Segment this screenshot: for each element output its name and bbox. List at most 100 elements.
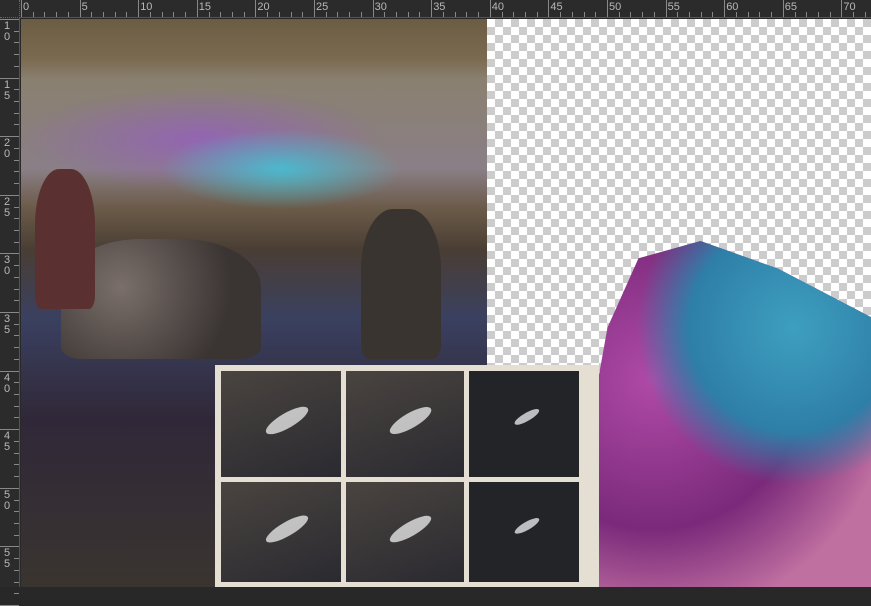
ruler-tick [864, 12, 866, 17]
ruler-tick [138, 0, 140, 17]
ruler-label: 0 [23, 1, 30, 13]
ruler-tick [14, 112, 19, 114]
ruler-tick [782, 0, 784, 17]
ruler-origin[interactable] [0, 0, 20, 18]
ruler-tick [231, 12, 233, 17]
ruler-tick [771, 12, 773, 17]
ruler-label: 30 [3, 254, 11, 278]
ruler-tick [595, 12, 597, 17]
ruler-tick [829, 12, 831, 17]
contact-frame [469, 482, 579, 582]
ruler-tick [642, 12, 644, 17]
ruler-tick [67, 12, 69, 17]
ruler-label: 55 [3, 547, 11, 571]
ruler-tick [14, 147, 19, 149]
ruler-tick [747, 12, 749, 17]
ruler-label: 25 [3, 195, 11, 219]
ruler-tick [817, 12, 819, 17]
contact-frame [346, 371, 464, 477]
ruler-tick [314, 0, 315, 17]
ruler-tick [607, 0, 608, 17]
ruler-label: 20 [3, 137, 11, 161]
ruler-tick [21, 0, 22, 17]
ruler-tick [724, 0, 726, 17]
ruler-tick [14, 42, 19, 44]
ruler-tick [278, 12, 280, 17]
ruler-tick [583, 12, 585, 17]
ruler-tick [14, 464, 19, 466]
ruler-tick [14, 358, 19, 360]
ruler-tick [14, 300, 19, 302]
ruler-tick [419, 12, 421, 17]
ruler-tick [841, 0, 843, 17]
ruler-tick [14, 405, 19, 407]
ruler-tick [524, 12, 526, 17]
ruler-tick [372, 0, 374, 17]
ruler-label: 15 [198, 1, 212, 13]
ruler-label: 65 [784, 1, 798, 13]
ruler-tick [79, 0, 81, 17]
ruler-tick [14, 581, 19, 583]
ruler-label: 70 [843, 1, 856, 13]
ruler-tick [161, 12, 163, 17]
vertical-ruler[interactable]: 10 15 20 25 30 35 40 45 50 55 [0, 18, 20, 606]
contact-sheet-layer [215, 365, 599, 587]
ruler-label: 40 [3, 371, 11, 395]
ruler-tick [255, 0, 257, 17]
ruler-tick [14, 89, 19, 91]
ruler-label: 55 [667, 1, 680, 13]
ruler-label: 35 [3, 313, 11, 336]
ruler-tick [173, 12, 175, 17]
ruler-tick [220, 12, 222, 17]
ruler-tick [337, 12, 339, 17]
ruler-tick [14, 65, 19, 67]
ruler-tick [571, 12, 573, 17]
contact-frame [221, 371, 341, 477]
ruler-tick [360, 12, 362, 17]
ruler-tick [56, 12, 58, 17]
ruler-tick [653, 12, 655, 17]
ruler-tick [243, 12, 245, 17]
ruler-label: 50 [3, 488, 11, 512]
ruler-tick [14, 229, 19, 231]
ruler-tick [548, 0, 550, 17]
ruler-tick [478, 12, 480, 17]
ruler-tick [14, 335, 19, 337]
ruler-label: 50 [609, 1, 622, 13]
document-canvas[interactable] [21, 19, 871, 587]
ruler-tick [14, 394, 19, 396]
ruler-tick [466, 12, 468, 17]
ruler-label: 40 [491, 1, 505, 13]
ruler-tick [536, 12, 538, 17]
ruler-label: 10 [140, 1, 153, 13]
ruler-tick [14, 265, 19, 267]
ruler-tick [14, 452, 19, 454]
contact-frame [346, 482, 464, 582]
ruler-tick [14, 288, 19, 290]
person-figure [361, 209, 441, 359]
horizontal-ruler[interactable]: 0 5 10 15 20 25 30 35 40 45 50 55 60 65 70 [20, 0, 871, 18]
ruler-tick [14, 206, 19, 208]
ruler-label: 25 [316, 1, 329, 13]
ruler-tick [14, 183, 19, 185]
ruler-tick [302, 12, 304, 17]
ruler-tick [14, 382, 19, 384]
ruler-tick [196, 0, 198, 17]
ruler-tick [44, 12, 46, 17]
ruler-tick [290, 12, 292, 17]
ruler-tick [712, 12, 714, 17]
ruler-label: 5 [81, 1, 88, 13]
ruler-tick [14, 30, 19, 32]
ruler-tick [103, 12, 105, 17]
ruler-tick [396, 12, 398, 17]
ruler-tick [14, 499, 19, 501]
ruler-tick [14, 218, 19, 220]
ruler-tick [689, 12, 691, 17]
ruler-tick [349, 12, 351, 17]
contact-frame [469, 371, 579, 477]
ruler-tick [14, 558, 19, 560]
ruler-tick [431, 0, 433, 17]
ruler-tick [14, 569, 19, 571]
ruler-label: 35 [433, 1, 446, 13]
ruler-tick [185, 12, 187, 17]
